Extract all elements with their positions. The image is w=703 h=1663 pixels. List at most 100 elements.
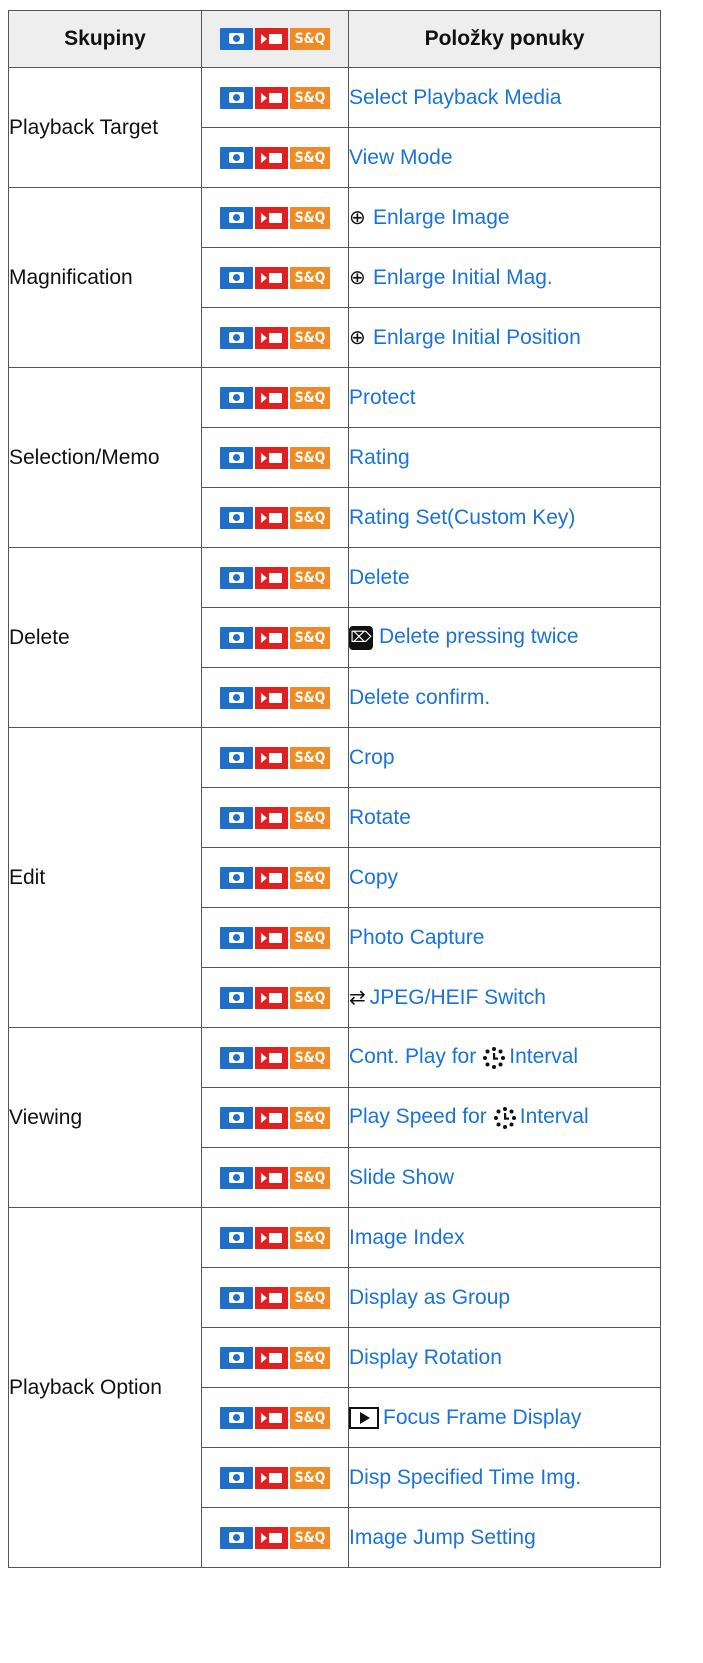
menu-item[interactable]: Image Index — [348, 1207, 661, 1268]
movie-icon — [255, 206, 288, 229]
mode-icons: S&Q — [201, 607, 349, 668]
menu-item[interactable]: Photo Capture — [348, 907, 661, 968]
movie-icon — [255, 1466, 288, 1489]
menu-item[interactable]: Delete confirm. — [348, 667, 661, 728]
menu-item[interactable]: Image Jump Setting — [348, 1507, 661, 1568]
camera-icon — [220, 1346, 253, 1369]
movie-icon — [255, 1046, 288, 1069]
menu-item-label: Photo Capture — [349, 925, 485, 949]
mode-icons: S&Q — [201, 367, 349, 428]
menu-item[interactable]: Select Playback Media — [348, 67, 661, 128]
mode-icons: S&Q — [201, 127, 349, 188]
mode-icons: S&Q — [201, 1447, 349, 1508]
mode-icons: S&Q — [201, 1327, 349, 1388]
sq-icon: S&Q — [290, 1166, 330, 1189]
menu-item-label: Rating — [349, 445, 410, 469]
menu-item[interactable]: ⇄ JPEG/HEIF Switch — [348, 967, 661, 1028]
menu-item-label: Delete confirm. — [349, 685, 491, 709]
menu-item-label: Image Jump Setting — [349, 1525, 536, 1549]
sq-icon: S&Q — [290, 986, 330, 1009]
movie-icon — [255, 146, 288, 169]
interval-icon — [476, 1045, 509, 1069]
menu-item-label: Delete — [349, 565, 410, 589]
mode-icons: S&Q — [201, 427, 349, 488]
menu-item-label: Display Rotation — [349, 1345, 502, 1369]
menu-item[interactable]: View Mode — [348, 127, 661, 188]
camera-icon — [220, 1406, 253, 1429]
menu-item[interactable]: Delete — [348, 547, 661, 608]
menu-item-label: Interval — [519, 1105, 589, 1129]
movie-icon — [255, 926, 288, 949]
camera-icon — [220, 266, 253, 289]
menu-item[interactable]: ⊕ Enlarge Initial Mag. — [348, 247, 661, 308]
camera-icon — [220, 28, 253, 51]
sq-icon: S&Q — [290, 86, 330, 109]
menu-item-label: Rotate — [349, 805, 411, 829]
sq-icon: S&Q — [290, 686, 330, 709]
movie-icon — [255, 866, 288, 889]
menu-item[interactable]: Copy — [348, 847, 661, 908]
menu-item[interactable]: Slide Show — [348, 1147, 661, 1208]
menu-item[interactable]: Cont. Play for Interval — [348, 1027, 661, 1088]
menu-item-label: Protect — [349, 385, 416, 409]
menu-item-label: Disp Specified Time Img. — [349, 1465, 582, 1489]
items-header: Položky ponuky — [348, 10, 661, 68]
camera-icon — [220, 446, 253, 469]
menu-item[interactable]: Protect — [348, 367, 661, 428]
mode-icons: S&Q — [201, 1147, 349, 1208]
menu-item-label: Enlarge Initial Position — [373, 326, 581, 349]
camera-icon — [220, 686, 253, 709]
camera-icon — [220, 566, 253, 589]
magnifier-icon: ⊕ — [349, 327, 366, 349]
menu-item[interactable]: Display as Group — [348, 1267, 661, 1328]
camera-icon — [220, 386, 253, 409]
sq-icon: S&Q — [290, 326, 330, 349]
table-row: Playback Option S&Q Image Index — [8, 1207, 661, 1568]
sq-icon: S&Q — [290, 386, 330, 409]
camera-icon — [220, 506, 253, 529]
menu-item-label: Interval — [509, 1045, 579, 1069]
movie-icon — [255, 626, 288, 649]
magnifier-icon: ⊕ — [349, 207, 366, 229]
mode-icons: S&Q — [201, 67, 349, 128]
menu-item-label: Enlarge Image — [373, 206, 510, 229]
menu-item[interactable]: Rotate — [348, 787, 661, 848]
mode-icons: S&Q — [201, 547, 349, 608]
menu-item[interactable]: Play Speed for Interval — [348, 1087, 661, 1148]
sq-icon: S&Q — [290, 1346, 330, 1369]
mode-icons: S&Q — [201, 967, 349, 1028]
movie-icon — [255, 86, 288, 109]
sq-icon: S&Q — [290, 626, 330, 649]
trash-icon: ⌦ — [349, 625, 373, 650]
group-name: Playback Option — [8, 1207, 202, 1568]
camera-icon — [220, 866, 253, 889]
mode-icons: S&Q — [201, 1507, 349, 1568]
menu-item-label: JPEG/HEIF Switch — [369, 986, 546, 1009]
menu-item[interactable]: Focus Frame Display — [348, 1387, 661, 1448]
movie-icon — [255, 506, 288, 529]
movie-icon — [255, 1226, 288, 1249]
sq-icon: S&Q — [290, 28, 330, 51]
movie-icon — [255, 746, 288, 769]
menu-item[interactable]: ⊕ Enlarge Image — [348, 187, 661, 248]
header-row: Skupiny S&Q Položky ponuky — [8, 10, 661, 68]
menu-item[interactable]: Display Rotation — [348, 1327, 661, 1388]
movie-icon — [255, 686, 288, 709]
sq-icon: S&Q — [290, 926, 330, 949]
sq-icon: S&Q — [290, 266, 330, 289]
menu-item[interactable]: Crop — [348, 727, 661, 788]
table-row: Selection/Memo S&Q Protect — [8, 367, 661, 548]
menu-item[interactable]: ⌦ Delete pressing twice — [348, 607, 661, 668]
sq-icon: S&Q — [290, 506, 330, 529]
groups-header: Skupiny — [8, 10, 202, 68]
menu-item[interactable]: Rating — [348, 427, 661, 488]
menu-item[interactable]: ⊕ Enlarge Initial Position — [348, 307, 661, 368]
movie-icon — [255, 1166, 288, 1189]
table-row: Viewing S&Q Cont. Play for Interval — [8, 1027, 661, 1208]
menu-item-label: Cont. Play for — [349, 1045, 477, 1069]
camera-icon — [220, 626, 253, 649]
movie-icon — [255, 1526, 288, 1549]
menu-item[interactable]: Disp Specified Time Img. — [348, 1447, 661, 1508]
menu-item[interactable]: Rating Set(Custom Key) — [348, 487, 661, 548]
menu-item-label: Display as Group — [349, 1285, 511, 1309]
